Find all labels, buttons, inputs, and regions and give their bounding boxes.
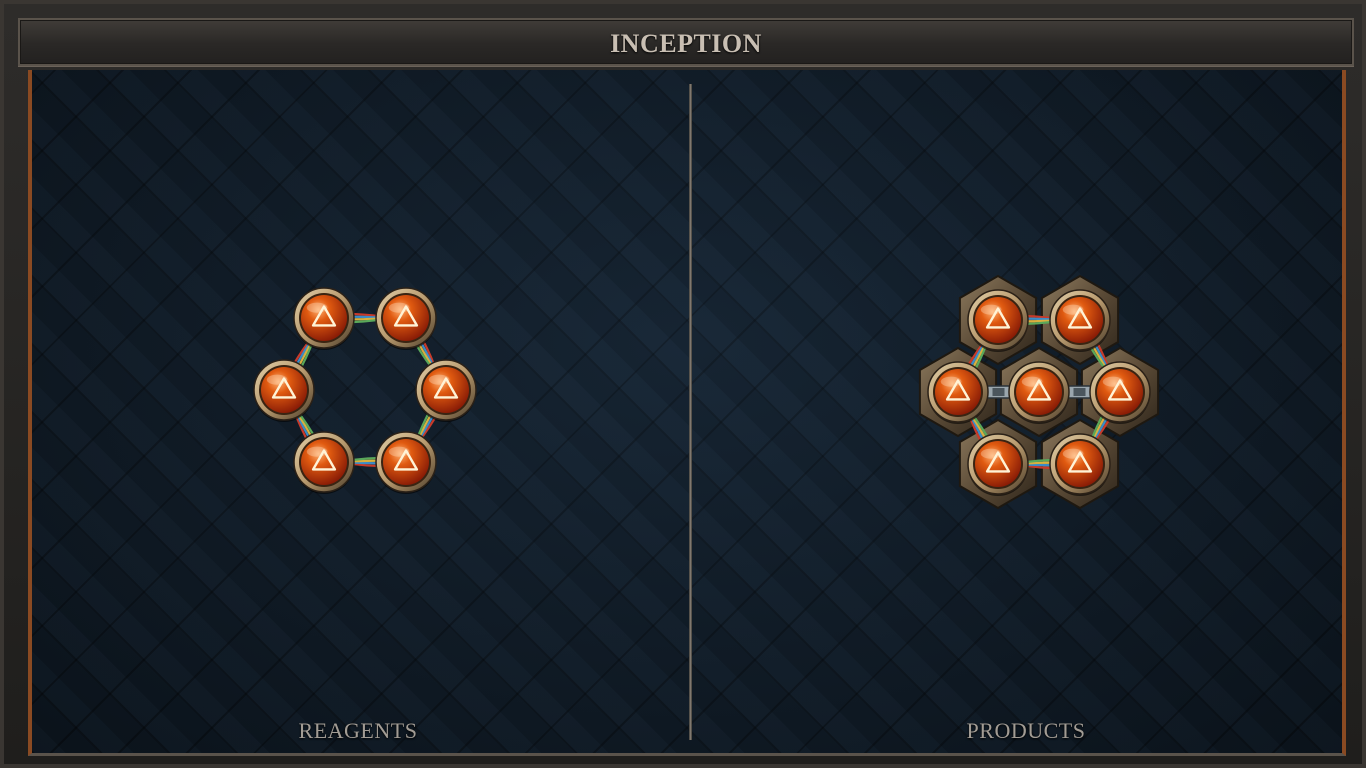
red-socket[interactable]	[415, 359, 477, 422]
red-socket[interactable]	[927, 361, 989, 424]
socket-link-bar	[985, 385, 1012, 399]
panel-divider	[689, 84, 692, 740]
title-bar: INCEPTION	[18, 18, 1354, 66]
red-socket[interactable]	[253, 359, 315, 422]
red-socket[interactable]	[375, 431, 437, 494]
red-socket[interactable]	[1049, 433, 1111, 496]
window-title: INCEPTION	[610, 29, 762, 58]
products-item[interactable]	[892, 274, 1160, 524]
red-socket[interactable]	[293, 287, 355, 350]
socket-link-bar	[1066, 385, 1093, 399]
red-socket[interactable]	[967, 289, 1029, 352]
red-socket[interactable]	[967, 433, 1029, 496]
red-socket[interactable]	[1008, 361, 1070, 424]
crafting-window-frame: INCEPTION REAGENTS PRODUCTS	[0, 0, 1366, 768]
red-socket[interactable]	[293, 431, 355, 494]
red-socket[interactable]	[1049, 289, 1111, 352]
crafting-board: REAGENTS PRODUCTS	[28, 70, 1346, 756]
reagents-item[interactable]	[244, 280, 504, 520]
red-socket[interactable]	[375, 287, 437, 350]
reagents-label: REAGENTS	[298, 718, 418, 743]
products-label: PRODUCTS	[966, 718, 1086, 743]
red-socket[interactable]	[1089, 361, 1151, 424]
